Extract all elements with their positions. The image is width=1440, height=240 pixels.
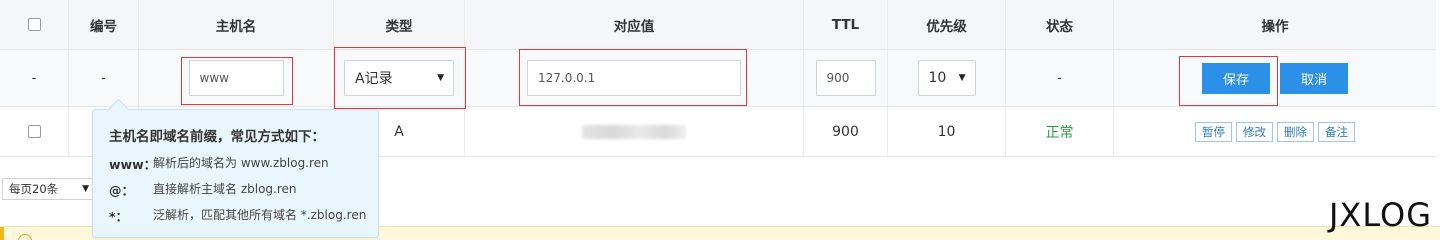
select-all-checkbox[interactable] <box>27 18 41 31</box>
highlight-hostname <box>181 57 293 105</box>
tooltip-text: 泛解析，匹配其他所有域名 *.zblog.ren <box>153 208 367 222</box>
header-priority: 优先级 <box>887 0 1005 49</box>
header-hostname: 主机名 <box>138 0 333 49</box>
redacted-value <box>582 124 686 139</box>
header-value: 对应值 <box>464 0 803 49</box>
highlight-type <box>334 47 466 109</box>
header-number: 编号 <box>68 0 138 49</box>
tooltip-key: @： <box>109 183 135 198</box>
row-checkbox[interactable] <box>27 125 41 138</box>
tooltip-title: 主机名即域名前缀，常见方式如下： <box>109 129 325 145</box>
table-header: 编号 主机名 类型 对应值 TTL 优先级 状态 操作 <box>0 0 1436 50</box>
notice-bar-edge <box>0 227 4 240</box>
edit-row-status: - <box>1005 50 1113 106</box>
page-size-label: 每页20条 <box>9 182 59 196</box>
delete-button[interactable]: 删除 <box>1277 121 1314 142</box>
tooltip-line: @： 直接解析主域名 zblog.ren <box>109 180 378 206</box>
warning-icon <box>18 234 32 240</box>
row-ttl: 900 <box>803 107 887 156</box>
cancel-button[interactable]: 取消 <box>1280 62 1348 94</box>
header-type: 类型 <box>333 0 464 49</box>
priority-selected: 10 <box>928 70 947 86</box>
tooltip-text: 直接解析主域名 zblog.ren <box>153 182 297 196</box>
caret-down-icon: ▼ <box>82 184 89 194</box>
header-ttl: TTL <box>803 0 887 49</box>
highlight-value <box>519 49 747 106</box>
tooltip-line: *： 泛解析，匹配其他所有域名 *.zblog.ren <box>109 206 378 232</box>
caret-down-icon: ▼ <box>958 73 966 83</box>
note-button[interactable]: 备注 <box>1318 121 1355 142</box>
row-priority: 10 <box>887 107 1005 156</box>
hostname-help-tooltip: 主机名即域名前缀，常见方式如下： www： 解析后的域名为 www.zblog.… <box>92 109 379 238</box>
edit-row-number: - <box>31 70 37 86</box>
priority-select[interactable]: 10 ▼ <box>917 60 976 96</box>
ttl-input[interactable]: 900 <box>815 60 876 96</box>
tooltip-key: *： <box>109 209 129 224</box>
watermark: JXLOG <box>1328 196 1432 234</box>
highlight-save <box>1179 56 1278 106</box>
edit-row-dash: - <box>68 50 138 106</box>
status-badge: 正常 <box>1005 107 1113 156</box>
header-status: 状态 <box>1005 0 1113 49</box>
header-actions: 操作 <box>1113 0 1436 49</box>
tooltip-key: www： <box>109 157 157 172</box>
page-size-select[interactable]: 每页20条 ▼ <box>2 178 96 200</box>
edit-button[interactable]: 修改 <box>1236 121 1273 142</box>
tooltip-line: www： 解析后的域名为 www.zblog.ren <box>109 154 378 180</box>
tooltip-text: 解析后的域名为 www.zblog.ren <box>153 156 329 170</box>
pause-button[interactable]: 暂停 <box>1195 121 1232 142</box>
